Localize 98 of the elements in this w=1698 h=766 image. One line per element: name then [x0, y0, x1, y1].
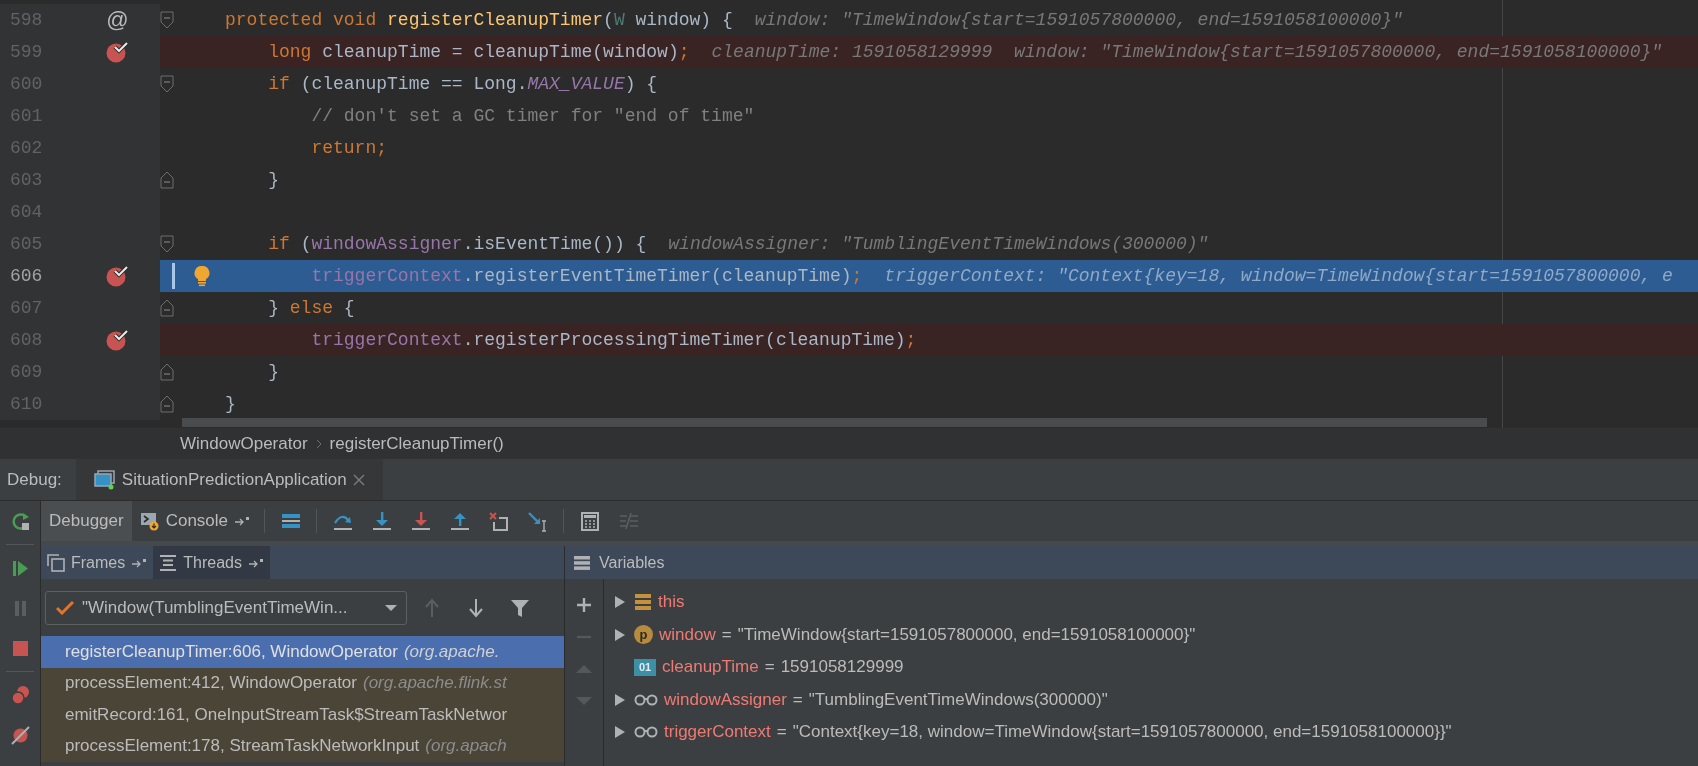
drop-frame-icon[interactable]: [487, 510, 510, 532]
breakpoints-icon[interactable]: [9, 684, 31, 706]
panel-tab[interactable]: Debugger: [41, 501, 132, 541]
frame-method: processElement:178, StreamTaskNetworkInput: [65, 736, 420, 757]
stack-frame-row[interactable]: processElement:412, WindowOperator (org.apache.flink.st: [41, 667, 564, 699]
variable-value: "TumblingEventTimeWindows(300000)": [808, 689, 1108, 710]
fold-marker-icon[interactable]: [160, 395, 174, 413]
variable-value: 1591058129999: [780, 657, 904, 678]
fold-marker-icon[interactable]: [160, 363, 174, 381]
variable-name: window: [659, 624, 716, 645]
threads-icon: [159, 553, 178, 572]
breakpoint-icon[interactable]: [105, 41, 130, 63]
panel-title: Variables: [599, 553, 665, 572]
lightbulb-icon[interactable]: [193, 265, 210, 287]
variable-name: triggerContext: [664, 722, 771, 743]
annotation-mark[interactable]: @: [106, 9, 129, 31]
code-line: if (windowAssigner.isEventTime()) {: [267, 234, 647, 254]
glasses-icon: [634, 726, 658, 739]
mute-breakpoints-icon[interactable]: [9, 724, 31, 746]
equals-sign: =: [721, 624, 732, 645]
breakpoint-icon[interactable]: [105, 265, 130, 287]
close-icon[interactable]: [352, 473, 365, 486]
code-line: return;: [310, 138, 388, 158]
pin-icon[interactable]: [234, 516, 251, 526]
console-icon: [139, 511, 160, 531]
code-line: long cleanupTime = cleanupTime(window);: [267, 42, 690, 62]
glasses-icon: [634, 693, 658, 706]
code-line: } else {: [267, 298, 355, 318]
fold-marker-icon[interactable]: [160, 235, 174, 253]
step-out-icon[interactable]: [448, 510, 471, 532]
check-icon: [56, 600, 74, 615]
equals-sign: =: [776, 722, 787, 743]
expand-arrow-icon[interactable]: [614, 725, 626, 740]
inline-value-hint: windowAssigner: "TumblingEventTimeWindows(300000)": [668, 234, 1209, 254]
frames-icon: [47, 553, 65, 572]
inline-value-hint: window: "TimeWindow{start=1591057800000, end=1591058100000}": [754, 10, 1403, 30]
chevron-icon: [315, 438, 322, 449]
variable-value: "TimeWindow{start=1591057800000, end=1591058100000}": [737, 624, 1196, 645]
code-line: }: [267, 170, 279, 190]
variable-name: this: [658, 592, 685, 613]
line-number: 606: [9, 266, 44, 286]
fold-marker-icon[interactable]: [160, 75, 174, 93]
breadcrumb-item[interactable]: registerCleanupTimer(): [329, 433, 504, 454]
frame-method: processElement:412, WindowOperator: [65, 673, 357, 694]
filter-icon[interactable]: [510, 597, 530, 618]
expand-arrow-icon[interactable]: [614, 595, 626, 610]
stack-frame-row[interactable]: registerCleanupTimer:606, WindowOperator (org.apache.: [41, 636, 564, 668]
run-tab[interactable]: SituationPredictionApplication: [75, 459, 383, 500]
frame-method: emitRecord:161, OneInputStreamTask$StreamTaskNetwor: [65, 704, 508, 725]
panel-label: Debug:: [6, 468, 63, 491]
code-line: }: [225, 394, 236, 414]
panel-tab[interactable]: Frames: [41, 546, 154, 579]
frame-package: (org.apache.flink.st: [363, 673, 507, 694]
stack-frame-row[interactable]: emitRecord:161, OneInputStreamTask$StreamTaskNetwor: [41, 699, 564, 731]
rerun-icon[interactable]: [9, 510, 31, 532]
force-step-into-icon[interactable]: [409, 510, 432, 532]
code-line: triggerContext.registerEventTimeTimer(cleanupTime);: [310, 266, 863, 286]
variable-name: windowAssigner: [664, 689, 787, 710]
run-to-cursor-icon[interactable]: [526, 510, 549, 532]
frame-package: (org.apache.: [403, 641, 500, 662]
inline-value-hint: triggerContext: "Context{key=18, window=TimeWindow{start=1591057800000, e: [884, 266, 1673, 286]
primitive-icon: 01: [634, 658, 656, 676]
application-icon: [93, 469, 116, 490]
code-line: triggerContext.registerProcessingTimeTimer(cleanupTime);: [310, 330, 917, 350]
step-into-icon[interactable]: [370, 510, 393, 532]
code-editor[interactable]: [0, 0, 1698, 428]
object-icon: [634, 593, 652, 612]
scrollbar[interactable]: [182, 418, 1487, 427]
down-arrow-icon[interactable]: [468, 597, 484, 618]
fold-marker-icon[interactable]: [160, 299, 174, 317]
panel-tab[interactable]: Console: [131, 501, 259, 541]
inline-value-hint: cleanupTime: 1591058129999 window: "TimeWindow{start=1591057800000, end=1591058100000}": [711, 42, 1663, 62]
expand-arrow-icon[interactable]: [614, 627, 626, 642]
stack-frame-row[interactable]: processElement:178, StreamTaskNetworkInput (org.apach: [41, 730, 564, 762]
panel-tab[interactable]: Threads: [153, 546, 270, 579]
parameter-icon: p: [634, 625, 653, 645]
fold-marker-icon[interactable]: [160, 11, 174, 29]
code-line: // don't set a GC timer for "end of time": [310, 106, 755, 126]
list-icon: [573, 554, 591, 571]
code-line: protected void registerCleanupTimer(W window) {: [225, 10, 733, 30]
code-line: if (cleanupTime == Long.MAX_VALUE) {: [267, 74, 658, 94]
thread-dropdown[interactable]: "Window(TumblingEventTimeWin...: [45, 590, 407, 625]
pin-icon[interactable]: [247, 557, 264, 568]
variable-name: cleanupTime: [662, 657, 759, 678]
add-icon[interactable]: [576, 597, 592, 613]
code-line: }: [267, 362, 279, 382]
calculator-icon[interactable]: [578, 510, 601, 532]
caret-icon: [384, 603, 398, 612]
fold-marker-icon[interactable]: [160, 171, 174, 189]
pin-icon[interactable]: [131, 557, 148, 568]
breakpoint-icon[interactable]: [105, 329, 130, 351]
equals-sign: =: [764, 657, 775, 678]
equals-sign: =: [792, 689, 803, 710]
breadcrumb-item[interactable]: WindowOperator: [180, 433, 308, 454]
frame-package: (org.apach: [425, 736, 507, 757]
frame-method: registerCleanupTimer:606, WindowOperator: [65, 641, 398, 662]
expand-arrow-icon[interactable]: [614, 692, 626, 707]
variable-value: "Context{key=18, window=TimeWindow{start=1591057800000, end=1591058100000}}": [792, 722, 1452, 743]
